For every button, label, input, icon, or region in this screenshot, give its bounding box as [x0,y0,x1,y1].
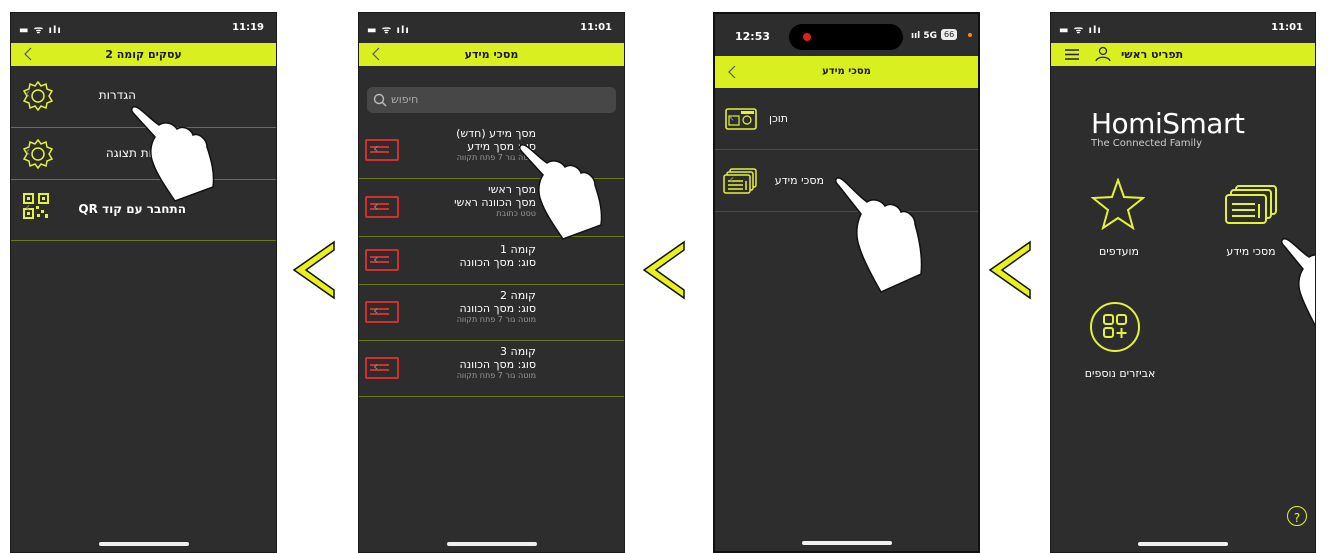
battery-badge: 66 [941,29,958,40]
screen-icon [365,249,399,271]
item-note: מוטה גור 7 פתח תקווה [456,315,536,324]
chevron-right-icon: › [373,359,379,375]
chevron-right-icon: › [25,144,31,160]
status-time: 11:19 [232,22,264,33]
item-note: מוטה גור 7 פתח תקווה [456,371,536,380]
flow-chevron-icon [642,240,685,300]
status-time: 11:01 [1271,22,1303,33]
flow-chevron-icon [292,240,335,300]
status-icons: ▬ ᯤ ılı [19,25,62,36]
item-title: קומה 3 [500,345,536,358]
screen-settings: ▬ ᯤ ılı 11:19 עסקים קומה 2 הגדרות › הגדר… [10,12,277,553]
logo-tagline: The Connected Family [1091,138,1202,149]
privacy-dot-icon [968,33,972,37]
home-indicator [98,542,189,546]
signal-status: ııl 5G [911,31,938,41]
dynamic-island [789,24,903,50]
logo-wordmark: HomiSmart [1091,107,1245,140]
screen-info-screens-list: ▬ ᯤ ılı 11:01 מסכי מידע חיפוש מסך מידע (… [358,12,625,553]
qr-connect-label: התחבר עם קוד QR [78,202,186,216]
pointing-hand-icon [518,144,603,240]
user-icon[interactable] [1095,46,1111,62]
status-bar: ▬ ᯤ ılı 11:01 [1051,13,1315,43]
help-button[interactable]: ? [1287,506,1307,526]
screen-icon [365,139,399,161]
status-icons: ▬ ᯤ ılı [367,25,410,36]
help-icon: ? [1293,511,1301,525]
info-screens-label: מסכי מידע [774,174,824,187]
page-title: מסכי מידע [464,48,519,61]
recording-dot-icon [803,33,811,41]
page-title: מסכי מידע [822,66,871,77]
item-type: סוג: מסך הכוונה [459,302,536,315]
home-indicator [801,541,892,545]
screen-main-menu: ▬ ᯤ ılı 11:01 תפריט ראשי HomiSmart The C… [1050,12,1316,553]
chevron-right-icon: › [373,303,379,319]
content-label: תוכן [768,112,788,125]
content-row[interactable]: תוכן › [715,88,978,150]
screens-stack-icon [1225,185,1277,224]
list-item[interactable]: קומה 2 סוג: מסך הכוונה מוטה גור 7 פתח תק… [359,285,624,341]
item-title: קומה 2 [500,289,536,302]
status-icons: ▬ ᯤ ılı [1059,25,1102,36]
status-time: 12:53 [735,30,771,43]
home-indicator [1138,542,1228,546]
tile-extra-accessories[interactable]: אביזרים נוספים [1065,301,1175,391]
nav-bar: מסכי מידע [715,56,978,88]
hamburger-menu-icon[interactable] [1065,49,1079,60]
pointing-hand-icon [130,106,215,202]
flow-chevron-icon [988,240,1031,300]
status-bar: 12:53 ııl 5G 66 [715,14,978,56]
item-title: מסך מידע (חדש) [456,127,536,140]
chevron-right-icon: › [373,199,379,215]
item-type: סוג: מסך הכוונה [459,256,536,269]
status-bar: ▬ ᯤ ılı 11:19 [11,13,276,43]
tile-label: אביזרים נוספים [1084,367,1156,380]
nav-bar: מסכי מידע [359,43,624,66]
add-apps-icon [1090,302,1140,352]
screen-info-screens-menu: 12:53 ııl 5G 66 מסכי מידע תוכן › מסכי מי… [713,12,980,553]
chevron-right-icon: › [373,141,379,157]
brand-logo: HomiSmart The Connected Family [1091,107,1281,149]
settings-label: הגדרות [98,88,136,102]
pointing-hand-icon [1280,238,1315,327]
chevron-right-icon: › [25,86,31,102]
page-title: עסקים קומה 2 [105,48,182,61]
item-type: סוג: מסך הכוונה [459,358,536,371]
star-icon [1091,178,1145,230]
page-title: תפריט ראשי [1121,48,1184,61]
nav-bar: עסקים קומה 2 [11,43,276,66]
nav-bar: תפריט ראשי [1051,43,1315,66]
screen-icon [365,196,399,218]
pointing-hand-icon [834,177,923,293]
item-title: קומה 1 [500,243,536,256]
chevron-right-icon: › [729,110,735,126]
tile-label: מועדפים [1099,245,1139,258]
search-icon [373,93,387,107]
chevron-right-icon: › [729,172,735,188]
chevron-right-icon: › [25,200,31,216]
screen-icon [365,301,399,323]
chevron-right-icon: › [373,252,379,268]
tile-favorites[interactable]: מועדפים [1069,178,1169,268]
list-item[interactable]: קומה 3 סוג: מסך הכוונה מוטה גור 7 פתח תק… [359,341,624,397]
list-item[interactable]: קומה 1 סוג: מסך הכוונה › [359,237,624,285]
search-input[interactable]: חיפוש [367,87,616,113]
status-time: 11:01 [580,22,612,33]
home-indicator [446,542,537,546]
status-bar: ▬ ᯤ ılı 11:01 [359,13,624,43]
search-placeholder: חיפוש [391,93,419,106]
screen-icon [365,357,399,379]
